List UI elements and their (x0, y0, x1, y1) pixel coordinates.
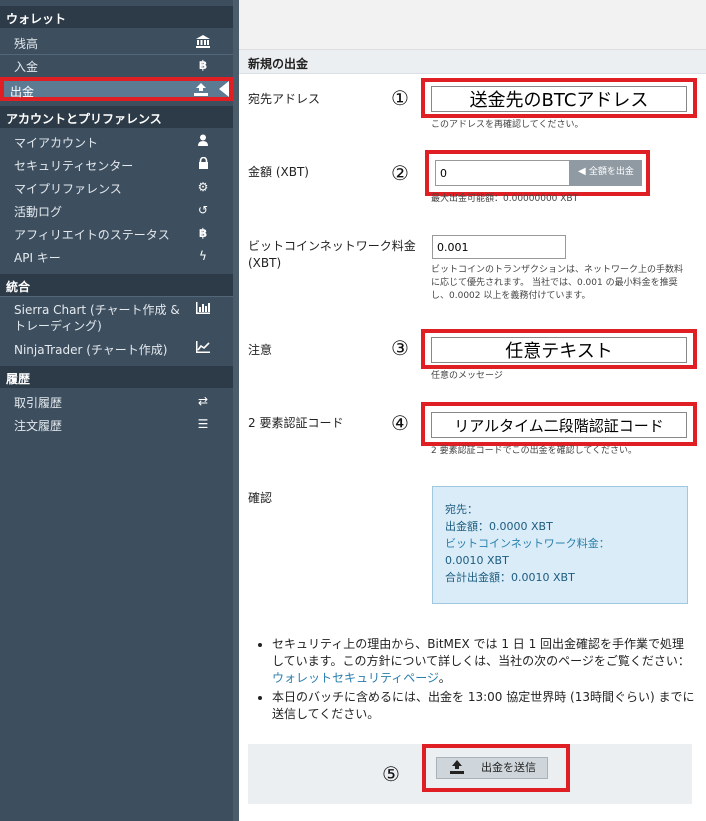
submit-highlight: 出金を送信 (422, 744, 570, 792)
history-section-header: 履歴 (0, 366, 233, 388)
fee-help: ビットコインのトランザクションは、ネットワーク上の手数料に応じて優先されます。 … (431, 265, 684, 301)
note-item-batch: 本日のバッチに含めるには、出金を 13:00 協定世界時 (13時間ぐらい) ま… (272, 689, 696, 723)
exchange-icon: ⇄ (197, 394, 209, 408)
confirm-label: 確認 (248, 491, 273, 505)
submit-label: 出金を送信 (481, 761, 536, 774)
note-item-security: セキュリティ上の理由から、BitMEX では 1 日 1 回出金確認を手作業で処… (272, 636, 696, 687)
note-highlight (421, 329, 697, 369)
upload-icon (193, 83, 209, 98)
twofa-label: 2 要素認証コード (248, 416, 344, 430)
bank-icon (195, 35, 211, 50)
twofa-help: 2 要素認証コードでこの出金を確認してください。 (431, 446, 638, 456)
line-chart-icon (195, 341, 211, 356)
twofa-input[interactable] (431, 412, 687, 438)
history-icon: ↺ (197, 203, 209, 217)
fee-label: ビットコインネットワーク料金 (XBT) (248, 239, 416, 270)
sidebar: ウォレット 残高 入金 ฿ 出金 アカウントとプリファレンス マイアカウント セ… (0, 0, 233, 821)
submit-withdrawal-button[interactable]: 出金を送信 (436, 757, 548, 779)
step-marker-1: ① (391, 86, 409, 110)
integration-section-header: 統合 (0, 274, 233, 296)
amount-highlight: ◀ 全額を出金 (425, 150, 650, 196)
sidebar-item-sierra-chart[interactable]: Sierra Chart (チャート作成 & トレーディング) (0, 298, 233, 336)
bar-chart-icon (195, 302, 211, 317)
main-content: 新規の出金 宛先アドレス ① このアドレスを再確認してください。 金額 (XBT… (239, 0, 706, 821)
sidebar-item-label: アフィリエイトのステータス (14, 228, 170, 242)
sidebar-item-order-history[interactable]: 注文履歴 ☰ (0, 413, 233, 436)
sidebar-item-trade-history[interactable]: 取引履歴 ⇄ (0, 390, 233, 413)
step-marker-3: ③ (391, 336, 409, 360)
top-bar (239, 0, 706, 50)
sidebar-item-label: マイアカウント (14, 136, 99, 150)
step-marker-2: ② (391, 161, 409, 185)
sidebar-item-label: 活動ログ (14, 205, 63, 219)
bitcoin-icon: ฿ (198, 226, 208, 240)
fee-input[interactable] (432, 235, 566, 259)
sidebar-item-label: 取引履歴 (14, 396, 63, 410)
confirm-fee-value: 0.0010 XBT (445, 554, 509, 567)
upload-icon (449, 760, 465, 776)
sidebar-item-label: 注文履歴 (14, 419, 63, 433)
sidebar-item-my-account[interactable]: マイアカウント (0, 130, 233, 153)
user-icon (195, 134, 211, 149)
withdraw-all-label: 全額を出金 (588, 167, 634, 177)
notes-list: セキュリティ上の理由から、BitMEX では 1 日 1 回出金確認を手作業で処… (256, 636, 696, 725)
amount-help: 最大出金可能額：0.00000000 XBT (431, 194, 579, 204)
withdraw-all-button[interactable]: ◀ 全額を出金 (570, 160, 642, 186)
note-label: 注意 (248, 343, 273, 357)
sidebar-item-label: セキュリティセンター (14, 159, 134, 173)
confirm-amount: 出金額：0.0000 XBT (445, 520, 553, 533)
address-help: このアドレスを再確認してください。 (431, 120, 584, 130)
arrow-left-icon: ◀ (578, 166, 589, 177)
address-input[interactable] (431, 86, 687, 112)
sidebar-item-label: NinjaTrader (チャート作成) (14, 343, 168, 357)
bitcoin-icon: ฿ (198, 58, 208, 72)
sidebar-item-label: マイプリファレンス (14, 182, 122, 196)
step-marker-5: ⑤ (382, 762, 400, 786)
confirm-summary: 宛先： 出金額：0.0000 XBT ビットコインネットワーク料金： 0.001… (432, 486, 688, 604)
step-marker-4: ④ (391, 411, 409, 435)
address-label: 宛先アドレス (248, 92, 321, 106)
confirm-fee-label: ビットコインネットワーク料金： (445, 537, 610, 550)
sidebar-item-label: 残高 (14, 37, 39, 51)
sidebar-item-withdraw[interactable]: 出金 (0, 77, 233, 101)
sidebar-item-balance[interactable]: 残高 (0, 31, 233, 54)
bolt-icon: ϟ (199, 249, 207, 263)
active-indicator (219, 81, 229, 97)
confirm-total: 合計出金額：0.0010 XBT (445, 571, 575, 584)
sidebar-item-label: API キー (14, 251, 61, 265)
withdraw-panel: 新規の出金 宛先アドレス ① このアドレスを再確認してください。 金額 (XBT… (239, 50, 706, 821)
sidebar-item-affiliate[interactable]: アフィリエイトのステータス ฿ (0, 222, 233, 245)
gear-icon: ⚙ (197, 180, 209, 194)
confirm-destination: 宛先： (445, 503, 478, 516)
sidebar-item-security-center[interactable]: セキュリティセンター (0, 153, 233, 176)
amount-input[interactable] (435, 160, 570, 186)
account-section-header: アカウントとプリファレンス (0, 106, 233, 128)
list-icon: ☰ (197, 417, 209, 431)
sidebar-item-deposit[interactable]: 入金 ฿ (0, 54, 233, 77)
panel-title: 新規の出金 (239, 50, 706, 74)
form-footer: ⑤ 出金を送信 (248, 744, 692, 804)
sidebar-item-label: 入金 (14, 60, 39, 74)
sidebar-item-ninjatrader[interactable]: NinjaTrader (チャート作成) (0, 337, 233, 360)
sidebar-item-label: 出金 (10, 85, 35, 99)
sidebar-item-label: Sierra Chart (チャート作成 & トレーディング) (14, 303, 180, 333)
sidebar-item-api-keys[interactable]: API キー ϟ (0, 245, 233, 268)
wallet-section-header: ウォレット (0, 6, 233, 28)
wallet-security-link[interactable]: ウォレットセキュリティページ (272, 671, 439, 685)
lock-icon (195, 156, 211, 172)
twofa-highlight (421, 402, 697, 446)
note-help: 任意のメッセージ (431, 371, 503, 381)
note-input[interactable] (431, 337, 687, 363)
amount-label: 金額 (XBT) (248, 165, 309, 179)
address-highlight (421, 78, 697, 118)
sidebar-item-activity-log[interactable]: 活動ログ ↺ (0, 199, 233, 222)
sidebar-item-preferences[interactable]: マイプリファレンス ⚙ (0, 176, 233, 199)
